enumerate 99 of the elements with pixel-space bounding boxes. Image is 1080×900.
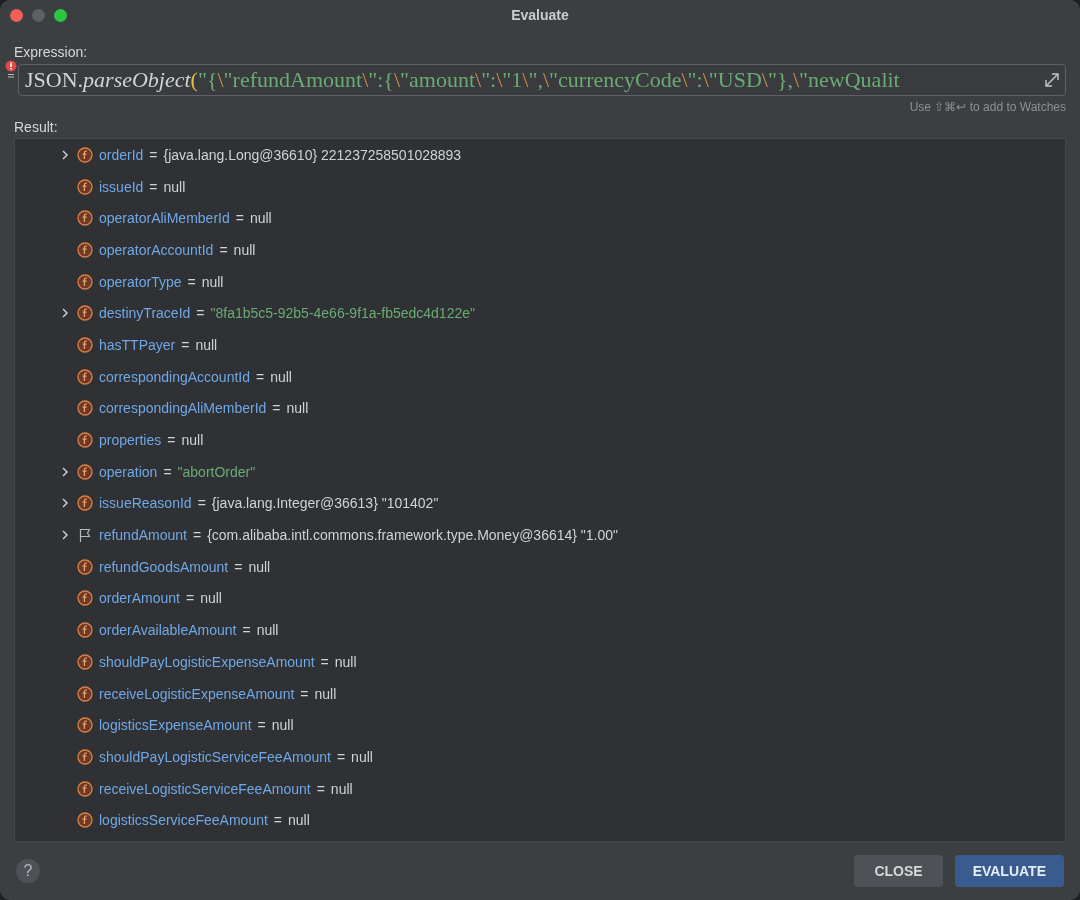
equals-sign: = xyxy=(185,590,195,607)
equals-sign: = xyxy=(235,210,244,227)
flag-icon xyxy=(77,527,93,544)
variable-name: shouldPayLogisticExpenseAmount xyxy=(99,653,315,670)
field-icon xyxy=(77,400,93,417)
equals-sign: = xyxy=(149,178,158,195)
field-icon xyxy=(77,368,93,385)
variable-name: receiveLogisticServiceFeeAmount xyxy=(99,780,311,797)
help-button[interactable]: ? xyxy=(16,859,40,883)
expand-icon[interactable] xyxy=(1043,71,1061,89)
variable-name: operatorType xyxy=(99,273,182,290)
variable-name: orderAmount xyxy=(99,590,180,607)
equals-sign: = xyxy=(149,146,158,163)
variable-name: hasTTPayer xyxy=(99,336,176,353)
variable-value: null xyxy=(163,178,186,195)
expression-field[interactable]: JSON.parseObject("{\"refundAmount\":{\"amount\":\"1\",\"currencyCode\":\"USD\"},\"newQualit xyxy=(18,64,1066,96)
field-icon xyxy=(77,463,93,480)
variable-value: null xyxy=(351,748,373,765)
field-icon xyxy=(77,622,93,639)
field-icon xyxy=(77,210,93,227)
variable-value: null xyxy=(288,812,310,829)
field-icon xyxy=(77,146,93,163)
variable-value: null xyxy=(201,273,224,290)
evaluate-button[interactable]: EVALUATE xyxy=(954,855,1064,887)
zoom-window-button[interactable] xyxy=(54,8,67,22)
equals-sign: = xyxy=(163,463,172,480)
variable-value: null xyxy=(200,590,222,607)
variable-value: null xyxy=(334,653,357,670)
close-button[interactable]: CLOSE xyxy=(854,855,943,887)
variable-name: correspondingAliMemberId xyxy=(99,400,267,417)
field-icon xyxy=(77,495,93,512)
variable-value: null xyxy=(330,780,353,797)
field-icon xyxy=(77,748,93,765)
variable-value: null xyxy=(195,336,218,353)
variable-value: {java.lang.Long@36610} 221237258501028893 xyxy=(163,146,462,163)
equals-sign: = xyxy=(272,400,281,417)
field-icon xyxy=(77,305,93,322)
variable-name: receiveLogisticExpenseAmount xyxy=(99,685,295,702)
field-icon xyxy=(77,558,93,575)
equals-sign: = xyxy=(187,273,196,290)
variable-name: operation xyxy=(99,463,158,480)
equals-sign: = xyxy=(196,305,205,322)
variable-value: null xyxy=(270,368,292,385)
equals-sign: = xyxy=(273,812,283,829)
field-icon xyxy=(77,717,93,734)
variable-name: operatorAliMemberId xyxy=(99,210,230,227)
variable-name: logisticsServiceFeeAmount xyxy=(99,812,268,829)
variable-name: refundGoodsAmount xyxy=(99,558,229,575)
variable-value: {java.lang.Integer@36613} "101402" xyxy=(211,495,439,512)
result-label: Result: xyxy=(14,119,58,135)
variable-value: "8fa1b5c5-92b5-4e66-9f1a-fb5edc4d122e" xyxy=(210,305,475,322)
variable-value: {com.alibaba.intl.commons.framework.type.Money@36614} "1.00" xyxy=(207,527,619,544)
variable-name: properties xyxy=(99,432,162,449)
field-icon xyxy=(77,653,93,670)
variable-name: operatorAccountId xyxy=(99,241,214,258)
variable-name: destinyTraceId xyxy=(99,305,191,322)
variable-name: logisticsExpenseAmount xyxy=(99,717,252,734)
equals-sign: = xyxy=(336,748,346,765)
variable-name: correspondingAccountId xyxy=(99,368,250,385)
variable-name: orderId xyxy=(99,146,144,163)
variable-value: null xyxy=(286,400,309,417)
variable-name: refundAmount xyxy=(99,527,187,544)
variable-name: shouldPayLogisticServiceFeeAmount xyxy=(99,748,331,765)
field-icon xyxy=(77,178,93,195)
variable-name: issueReasonId xyxy=(99,495,192,512)
variable-value: null xyxy=(249,210,272,227)
expression-label: Expression: xyxy=(14,44,88,60)
field-icon xyxy=(77,241,93,258)
equals-sign: = xyxy=(242,622,251,639)
field-icon xyxy=(77,273,93,290)
equals-sign: = xyxy=(167,432,176,449)
close-window-button[interactable] xyxy=(10,8,23,22)
equals-sign: = xyxy=(257,717,266,734)
variable-value: "abortOrder" xyxy=(177,463,256,480)
equals-sign: = xyxy=(320,653,329,670)
equals-sign: = xyxy=(316,780,325,797)
variable-value: null xyxy=(248,558,271,575)
variable-name: issueId xyxy=(99,178,144,195)
field-icon xyxy=(77,336,93,353)
variable-value: null xyxy=(233,241,256,258)
equals-sign: = xyxy=(197,495,206,512)
equals-sign: = xyxy=(192,527,202,544)
variable-value: null xyxy=(271,717,294,734)
variable-value: null xyxy=(314,685,337,702)
variable-name: orderAvailableAmount xyxy=(99,622,237,639)
watches-hint: Use ⇧⌘↩ to add to Watches xyxy=(909,99,1067,114)
equals-sign: = xyxy=(219,241,228,258)
field-icon xyxy=(77,432,93,449)
window-title: Evaluate xyxy=(511,7,569,23)
field-icon xyxy=(77,780,93,797)
field-icon xyxy=(77,812,93,829)
equals-sign: = xyxy=(300,685,309,702)
equals-sign: = xyxy=(234,558,243,575)
equals-sign: = xyxy=(256,368,265,385)
variable-value: null xyxy=(256,622,279,639)
field-icon xyxy=(77,590,93,607)
equals-sign: = xyxy=(181,336,190,353)
variable-value: null xyxy=(181,432,204,449)
field-icon xyxy=(77,685,93,702)
